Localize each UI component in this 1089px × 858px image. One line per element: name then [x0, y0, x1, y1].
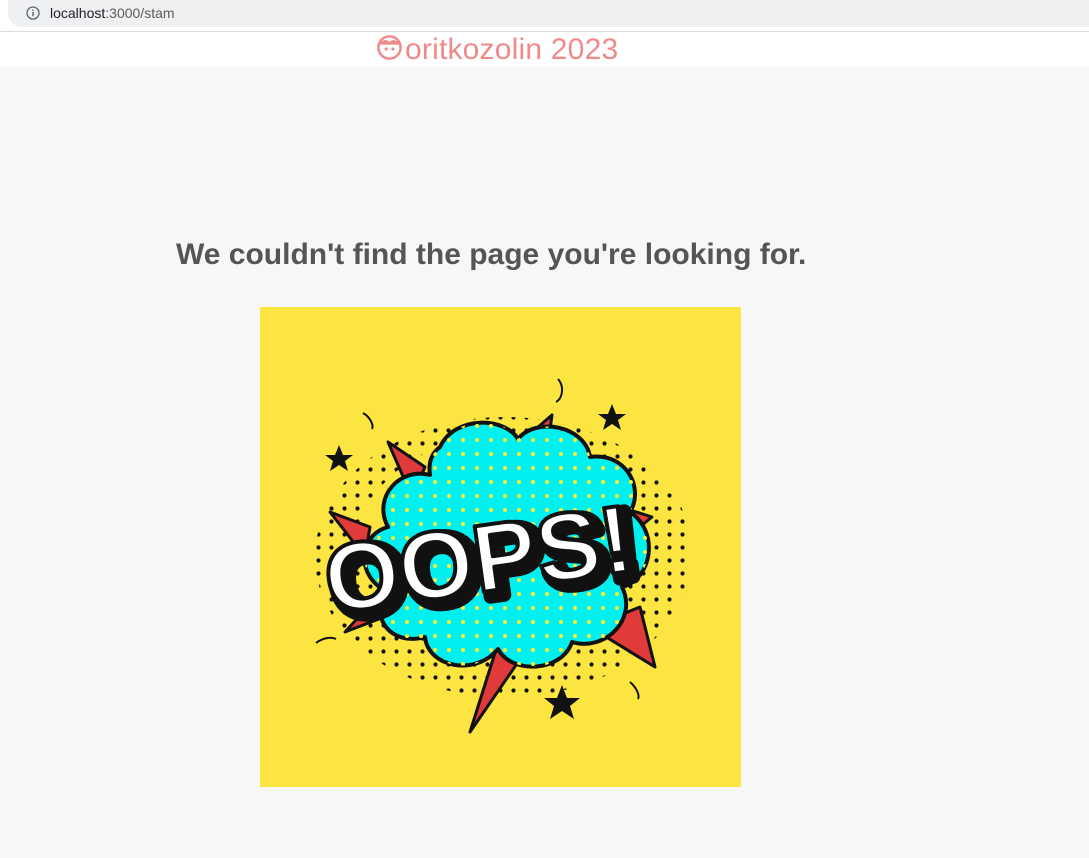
url-path: :3000/stam: [105, 5, 175, 21]
face-icon: [377, 34, 402, 60]
brand-logo[interactable]: oritkozolin 2023: [376, 34, 618, 66]
page-title: We couldn't find the page you're looking…: [176, 238, 807, 271]
url-host: localhost: [50, 5, 106, 21]
browser-address-bar[interactable]: localhost:3000/stam: [0, 0, 1089, 31]
url-text[interactable]: localhost:3000/stam: [50, 5, 175, 21]
address-field[interactable]: localhost:3000/stam: [8, 0, 1089, 27]
site-header: oritkozolin 2023: [0, 32, 1089, 67]
oops-comic-burst: OOPS! OOPS!: [260, 307, 741, 787]
info-circle-icon[interactable]: [26, 6, 40, 20]
brand-text: oritkozolin 2023: [405, 33, 619, 66]
